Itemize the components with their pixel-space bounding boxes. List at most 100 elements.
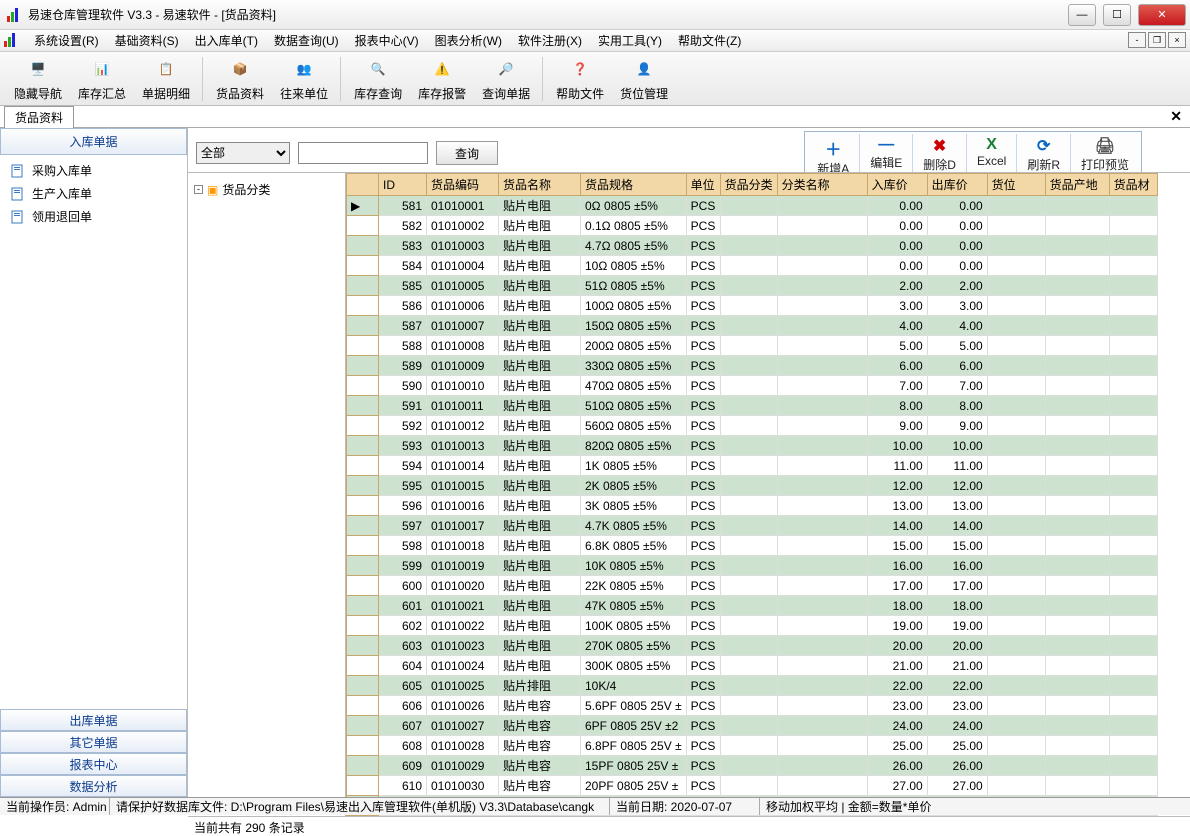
toolbar-btn-6[interactable]: ⚠️库存报警 bbox=[410, 53, 474, 104]
table-row[interactable]: 60701010027贴片电容6PF 0805 25V ±2PCS24.0024… bbox=[347, 716, 1158, 736]
sidebar-item-1[interactable]: 生产入库单 bbox=[0, 182, 187, 205]
mdi-close-button[interactable]: × bbox=[1168, 32, 1186, 48]
menu-item-2[interactable]: 出入库单(T) bbox=[187, 30, 266, 51]
col-header-5[interactable]: 货品分类 bbox=[720, 174, 777, 196]
action-btn-5[interactable]: 🖨打印预览 bbox=[1071, 134, 1139, 175]
toolbar-btn-7[interactable]: 🔎查询单据 bbox=[474, 53, 538, 104]
table-row[interactable]: 58801010008贴片电阻200Ω 0805 ±5%PCS5.005.00 bbox=[347, 336, 1158, 356]
table-row[interactable]: 60301010023贴片电阻270K 0805 ±5%PCS20.0020.0… bbox=[347, 636, 1158, 656]
col-header-0[interactable]: ID bbox=[379, 174, 427, 196]
filter-row: 全部 查询 ＋新增A—编辑E✖删除DXExcel⟳刷新R🖨打印预览 bbox=[188, 128, 1190, 172]
window-minimize-button[interactable]: — bbox=[1068, 4, 1096, 26]
toolbar-btn-9[interactable]: 👤货位管理 bbox=[612, 53, 676, 104]
col-header-2[interactable]: 货品名称 bbox=[499, 174, 581, 196]
col-header-10[interactable]: 货品产地 bbox=[1045, 174, 1109, 196]
window-close-button[interactable]: ✕ bbox=[1138, 4, 1186, 26]
table-row[interactable]: 59601010016贴片电阻3K 0805 ±5%PCS13.0013.00 bbox=[347, 496, 1158, 516]
toolbar-icon: 📦 bbox=[226, 55, 254, 83]
table-row[interactable]: 58201010002贴片电阻0.1Ω 0805 ±5%PCS0.000.00 bbox=[347, 216, 1158, 236]
sidebar-section-0[interactable]: 出库单据 bbox=[0, 709, 187, 731]
action-btn-3[interactable]: XExcel bbox=[967, 134, 1016, 170]
mdi-minimize-button[interactable]: - bbox=[1128, 32, 1146, 48]
action-btn-1[interactable]: —编辑E bbox=[860, 134, 912, 173]
table-row[interactable]: 58901010009贴片电阻330Ω 0805 ±5%PCS6.006.00 bbox=[347, 356, 1158, 376]
toolbar-icon: 👥 bbox=[290, 55, 318, 83]
left-sidebar: 入库单据 采购入库单生产入库单领用退回单 出库单据其它单据报表中心数据分析 bbox=[0, 128, 188, 797]
table-row[interactable]: 59301010013贴片电阻820Ω 0805 ±5%PCS10.0010.0… bbox=[347, 436, 1158, 456]
table-row[interactable]: 59801010018贴片电阻6.8K 0805 ±5%PCS15.0015.0… bbox=[347, 536, 1158, 556]
menu-item-4[interactable]: 报表中心(V) bbox=[347, 30, 427, 51]
toolbar-btn-2[interactable]: 📋单据明细 bbox=[134, 53, 198, 104]
table-row[interactable]: 60001010020贴片电阻22K 0805 ±5%PCS17.0017.00 bbox=[347, 576, 1158, 596]
table-row[interactable]: 60801010028贴片电容6.8PF 0805 25V ±PCS25.002… bbox=[347, 736, 1158, 756]
app-icon bbox=[6, 7, 22, 23]
mdi-restore-button[interactable]: ❐ bbox=[1148, 32, 1166, 48]
table-row[interactable]: ▶58101010001贴片电阻0Ω 0805 ±5%PCS0.000.00 bbox=[347, 196, 1158, 216]
table-row[interactable]: 58301010003贴片电阻4.7Ω 0805 ±5%PCS0.000.00 bbox=[347, 236, 1158, 256]
menu-item-8[interactable]: 帮助文件(Z) bbox=[670, 30, 749, 51]
table-row[interactable]: 59101010011贴片电阻510Ω 0805 ±5%PCS8.008.00 bbox=[347, 396, 1158, 416]
menu-item-0[interactable]: 系统设置(R) bbox=[26, 30, 107, 51]
menu-item-3[interactable]: 数据查询(U) bbox=[266, 30, 347, 51]
toolbar-btn-8[interactable]: ❓帮助文件 bbox=[548, 53, 612, 104]
action-btn-2[interactable]: ✖删除D bbox=[913, 134, 966, 175]
col-header-9[interactable]: 货位 bbox=[987, 174, 1045, 196]
filter-text-input[interactable] bbox=[298, 142, 428, 164]
table-row[interactable]: 61001010030贴片电容20PF 0805 25V ±PCS27.0027… bbox=[347, 776, 1158, 796]
col-header-7[interactable]: 入库价 bbox=[867, 174, 927, 196]
sidebar-section-3[interactable]: 数据分析 bbox=[0, 775, 187, 797]
record-count-label: 当前共有 290 条记录 bbox=[188, 816, 1190, 834]
col-header-6[interactable]: 分类名称 bbox=[777, 174, 867, 196]
table-row[interactable]: 59901010019贴片电阻10K 0805 ±5%PCS16.0016.00 bbox=[347, 556, 1158, 576]
window-title: 易速仓库管理软件 V3.3 - 易速软件 - [货品资料] bbox=[28, 6, 276, 23]
tree-root-item[interactable]: - ▣ 货品分类 bbox=[192, 179, 341, 200]
menu-item-5[interactable]: 图表分析(W) bbox=[427, 30, 510, 51]
toolbar-btn-1[interactable]: 📊库存汇总 bbox=[70, 53, 134, 104]
toolbar-btn-0[interactable]: 🖥️隐藏导航 bbox=[6, 53, 70, 104]
sidebar-section-2[interactable]: 报表中心 bbox=[0, 753, 187, 775]
sidebar-item-0[interactable]: 采购入库单 bbox=[0, 159, 187, 182]
table-row[interactable]: 60201010022贴片电阻100K 0805 ±5%PCS19.0019.0… bbox=[347, 616, 1158, 636]
action-icon: ＋ bbox=[825, 136, 841, 160]
menu-item-7[interactable]: 实用工具(Y) bbox=[590, 30, 670, 51]
menu-item-1[interactable]: 基础资料(S) bbox=[107, 30, 187, 51]
menu-item-6[interactable]: 软件注册(X) bbox=[510, 30, 590, 51]
col-header-8[interactable]: 出库价 bbox=[927, 174, 987, 196]
sidebar-item-2[interactable]: 领用退回单 bbox=[0, 205, 187, 228]
search-button[interactable]: 查询 bbox=[436, 141, 498, 165]
col-header-1[interactable]: 货品编码 bbox=[427, 174, 499, 196]
window-maximize-button[interactable]: ☐ bbox=[1103, 4, 1131, 26]
table-row[interactable]: 58701010007贴片电阻150Ω 0805 ±5%PCS4.004.00 bbox=[347, 316, 1158, 336]
action-btn-4[interactable]: ⟳刷新R bbox=[1017, 134, 1070, 175]
data-grid-wrap[interactable]: ID货品编码货品名称货品规格单位货品分类分类名称入库价出库价货位货品产地货品材 … bbox=[346, 173, 1190, 816]
table-row[interactable]: 59001010010贴片电阻470Ω 0805 ±5%PCS7.007.00 bbox=[347, 376, 1158, 396]
table-row[interactable]: 59201010012贴片电阻560Ω 0805 ±5%PCS9.009.00 bbox=[347, 416, 1158, 436]
toolbar-btn-5[interactable]: 🔍库存查询 bbox=[346, 53, 410, 104]
table-row[interactable]: 60501010025贴片排阻10K/4PCS22.0022.00 bbox=[347, 676, 1158, 696]
document-tab-close-button[interactable]: ✕ bbox=[1170, 108, 1182, 125]
table-row[interactable]: 60401010024贴片电阻300K 0805 ±5%PCS21.0021.0… bbox=[347, 656, 1158, 676]
table-row[interactable]: 58401010004贴片电阻10Ω 0805 ±5%PCS0.000.00 bbox=[347, 256, 1158, 276]
main-toolbar: 🖥️隐藏导航📊库存汇总📋单据明细📦货品资料👥往来单位🔍库存查询⚠️库存报警🔎查询… bbox=[0, 52, 1190, 106]
document-tab[interactable]: 货品资料 bbox=[4, 106, 74, 128]
table-row[interactable]: 60601010026贴片电容5.6PF 0805 25V ±PCS23.002… bbox=[347, 696, 1158, 716]
col-header-3[interactable]: 货品规格 bbox=[581, 174, 687, 196]
col-header-4[interactable]: 单位 bbox=[686, 174, 720, 196]
table-row[interactable]: 58501010005贴片电阻51Ω 0805 ±5%PCS2.002.00 bbox=[347, 276, 1158, 296]
col-header-11[interactable]: 货品材 bbox=[1109, 174, 1157, 196]
table-row[interactable]: 58601010006贴片电阻100Ω 0805 ±5%PCS3.003.00 bbox=[347, 296, 1158, 316]
sidebar-header-inbound[interactable]: 入库单据 bbox=[0, 128, 187, 155]
table-row[interactable]: 59501010015贴片电阻2K 0805 ±5%PCS12.0012.00 bbox=[347, 476, 1158, 496]
status-user: 当前操作员: Admin bbox=[0, 798, 110, 815]
table-row[interactable]: 59401010014贴片电阻1K 0805 ±5%PCS11.0011.00 bbox=[347, 456, 1158, 476]
table-row[interactable]: 60901010029贴片电容15PF 0805 25V ±PCS26.0026… bbox=[347, 756, 1158, 776]
action-icon: — bbox=[878, 136, 894, 154]
toolbar-btn-4[interactable]: 👥往来单位 bbox=[272, 53, 336, 104]
toolbar-icon: 🖥️ bbox=[24, 55, 52, 83]
table-row[interactable]: 60101010021贴片电阻47K 0805 ±5%PCS18.0018.00 bbox=[347, 596, 1158, 616]
toolbar-btn-3[interactable]: 📦货品资料 bbox=[208, 53, 272, 104]
table-row[interactable]: 59701010017贴片电阻4.7K 0805 ±5%PCS14.0014.0… bbox=[347, 516, 1158, 536]
toolbar-icon: ⚠️ bbox=[428, 55, 456, 83]
filter-scope-select[interactable]: 全部 bbox=[196, 142, 290, 164]
sidebar-section-1[interactable]: 其它单据 bbox=[0, 731, 187, 753]
